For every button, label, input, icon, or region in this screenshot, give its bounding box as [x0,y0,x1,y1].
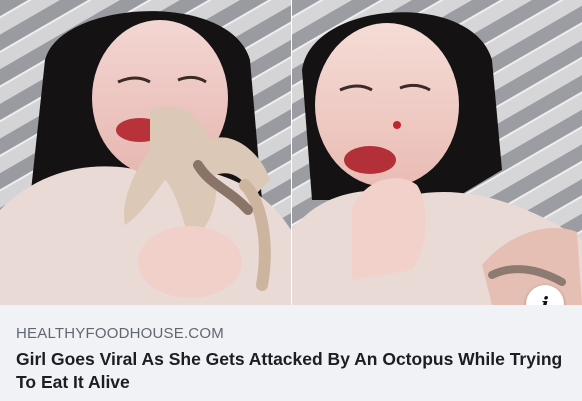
link-headline[interactable]: Girl Goes Viral As She Gets Attacked By … [16,348,571,394]
left-photo [0,0,291,305]
link-domain: HEALTHYFOODHOUSE.COM [16,325,224,342]
link-preview-card[interactable]: i HEALTHYFOODHOUSE.COM Girl Goes Viral A… [0,0,582,401]
right-photo [292,0,582,305]
link-text-area[interactable]: HEALTHYFOODHOUSE.COM Girl Goes Viral As … [0,305,582,401]
preview-image[interactable]: i [0,0,582,323]
